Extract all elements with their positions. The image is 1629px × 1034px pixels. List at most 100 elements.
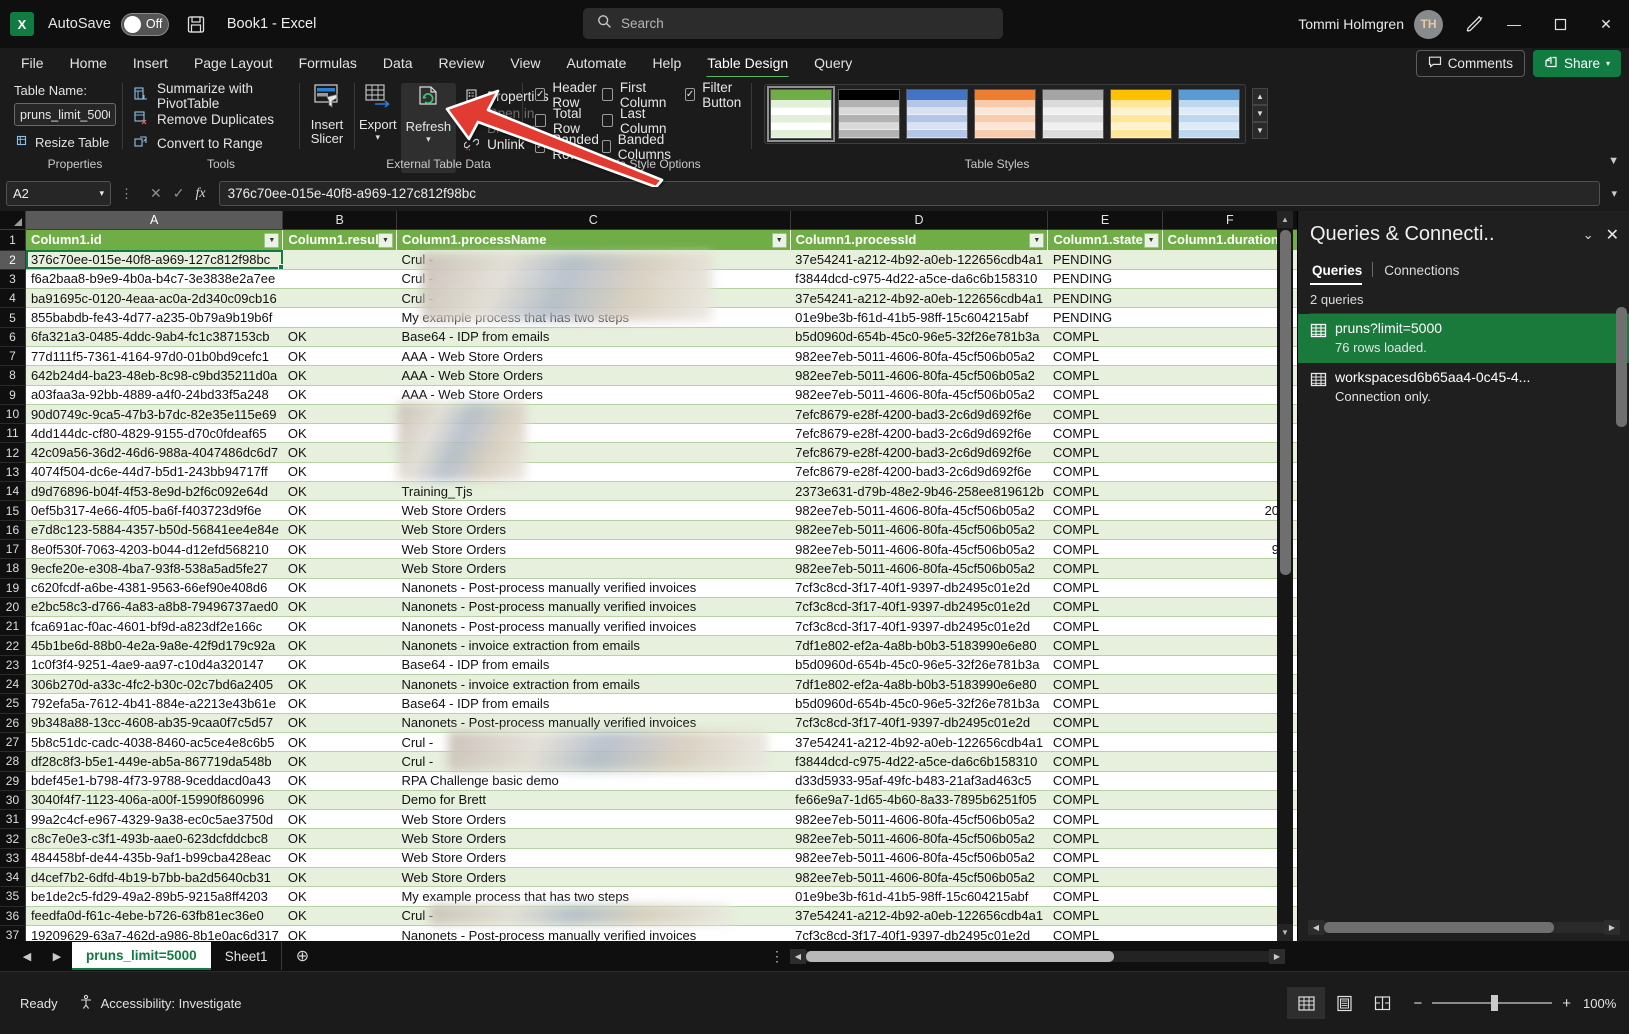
cell-result[interactable]: OK bbox=[282, 674, 397, 695]
cell-result[interactable]: OK bbox=[282, 906, 397, 926]
insert-slicer-button[interactable]: Insert Slicer bbox=[310, 83, 344, 146]
zoom-level-label[interactable]: 100% bbox=[1583, 996, 1629, 1011]
check-icon[interactable]: ✓ bbox=[173, 185, 185, 202]
cell-state[interactable]: COMPL bbox=[1047, 886, 1163, 907]
cell-result[interactable]: OK bbox=[282, 867, 397, 888]
cell-id[interactable]: d9d76896-b04f-4f53-8e9d-b2f6c092e64d bbox=[25, 481, 283, 502]
cell-processname[interactable]: Web Store Orders bbox=[396, 500, 791, 521]
cell-processid[interactable]: 7df1e802-ef2a-4a8b-b0b3-5183990e6e80 bbox=[790, 635, 1048, 656]
cell-state[interactable]: COMPL bbox=[1047, 404, 1163, 425]
cell-processname[interactable]: Base64 - IDP from emails bbox=[396, 655, 791, 676]
formula-input[interactable] bbox=[218, 181, 1601, 206]
normal-view-button[interactable] bbox=[1287, 987, 1326, 1019]
table-style-swatch-lightblue[interactable] bbox=[1178, 89, 1240, 139]
cell-id[interactable]: 8e0f530f-7063-4203-b044-d12efd568210 bbox=[25, 539, 283, 560]
cell-result[interactable]: OK bbox=[282, 925, 397, 941]
row-header-6[interactable]: 6 bbox=[0, 327, 26, 347]
hscroll-left-icon[interactable]: ◀ bbox=[790, 948, 806, 964]
cell-processid[interactable]: 01e9be3b-f61d-41b5-98ff-15c604215abf bbox=[790, 307, 1048, 328]
cell-state[interactable]: COMPL bbox=[1047, 385, 1163, 405]
row-header-25[interactable]: 25 bbox=[0, 693, 26, 714]
cell-processid[interactable]: 982ee7eb-5011-4606-80fa-45cf506b05a2 bbox=[790, 539, 1048, 560]
page-layout-view-button[interactable] bbox=[1325, 987, 1363, 1019]
cell-state[interactable]: COMPL bbox=[1047, 346, 1163, 367]
tab-data[interactable]: Data bbox=[370, 51, 426, 75]
cell-processname[interactable]: Demo for Brett bbox=[396, 790, 791, 811]
cell-state[interactable]: COMPL bbox=[1047, 732, 1163, 753]
chevron-right-icon[interactable]: ▶ bbox=[42, 943, 72, 969]
gallery-up-arrow-icon[interactable]: ▲ bbox=[1252, 88, 1268, 105]
cell-result[interactable]: OK bbox=[282, 828, 397, 849]
table-row[interactable]: 32 c8c7e0e3-c3f1-493b-aae0-623dcfddcbc8 OK… bbox=[0, 828, 1298, 849]
close-icon[interactable]: ✕ bbox=[1606, 225, 1619, 245]
cell-id[interactable]: 6fa321a3-0485-4ddc-9ab4-fc1c387153cb bbox=[25, 327, 283, 347]
cell-processname[interactable]: RPA Challenge basic demo bbox=[396, 771, 791, 791]
row-header-11[interactable]: 11 bbox=[0, 423, 26, 444]
cell-id[interactable]: 484458bf-de44-435b-9af1-b99cba428eac bbox=[25, 848, 283, 869]
cell-result[interactable] bbox=[282, 269, 397, 290]
row-header-33[interactable]: 33 bbox=[0, 848, 26, 869]
tab-home[interactable]: Home bbox=[57, 51, 120, 75]
cell-processname[interactable]: Web Store Orders bbox=[396, 867, 791, 888]
cell-processid[interactable]: 982ee7eb-5011-4606-80fa-45cf506b05a2 bbox=[790, 385, 1048, 405]
cell-result[interactable]: OK bbox=[282, 578, 397, 598]
cell-processid[interactable]: 7efc8679-e28f-4200-bad3-2c6d9d692f6e bbox=[790, 442, 1048, 463]
queries-hscroll-thumb[interactable] bbox=[1324, 922, 1554, 933]
cell-state[interactable]: COMPL bbox=[1047, 790, 1163, 811]
pen-icon[interactable] bbox=[1457, 14, 1491, 35]
cell-processid[interactable]: f3844dcd-c975-4d22-a5ce-da6c6b158310 bbox=[790, 269, 1048, 290]
tab-connections[interactable]: Connections bbox=[1382, 260, 1469, 285]
cell-processid[interactable]: 7efc8679-e28f-4200-bad3-2c6d9d692f6e bbox=[790, 404, 1048, 425]
cell-id[interactable]: c8c7e0e3-c3f1-493b-aae0-623dcfddcbc8 bbox=[25, 828, 283, 849]
comments-button[interactable]: Comments bbox=[1415, 50, 1525, 77]
page-break-view-button[interactable] bbox=[1363, 987, 1401, 1019]
minimize-button[interactable]: — bbox=[1491, 0, 1537, 48]
table-row[interactable]: 14 d9d76896-b04f-4f53-8e9d-b2f6c092e64d OK… bbox=[0, 481, 1298, 502]
filter-button-result[interactable]: ▼ bbox=[377, 232, 393, 248]
filter-button-processid[interactable]: ▼ bbox=[1029, 232, 1045, 248]
save-icon[interactable] bbox=[185, 13, 207, 35]
refresh-chevron-down-icon[interactable]: ▾ bbox=[426, 135, 431, 144]
tab-formulas[interactable]: Formulas bbox=[286, 51, 370, 75]
cell-result[interactable]: OK bbox=[282, 848, 397, 869]
filter-button-processname[interactable]: ▼ bbox=[771, 232, 787, 248]
cell-result[interactable]: OK bbox=[282, 597, 397, 618]
cell-id[interactable]: 855babdb-fe43-4d77-a235-0b79a9b19b6f bbox=[25, 307, 283, 328]
checkbox-total-row[interactable]: Total Row bbox=[535, 106, 602, 136]
row-header-36[interactable]: 36 bbox=[0, 906, 26, 926]
cell-processname[interactable]: Nanonets - Post-process manually verifie… bbox=[396, 578, 791, 598]
cell-id[interactable]: 376c70ee-015e-40f8-a969-127c812f98bc bbox=[25, 250, 283, 270]
cell-state[interactable]: COMPL bbox=[1047, 539, 1163, 560]
table-row[interactable]: 34 d4cef7b2-6dfd-4b19-b7bb-ba2d5640cb31 OK… bbox=[0, 867, 1298, 888]
cell-processname[interactable]: Web Store Orders bbox=[396, 828, 791, 849]
row-header-31[interactable]: 31 bbox=[0, 809, 26, 830]
cell-result[interactable]: OK bbox=[282, 809, 397, 830]
cell-processid[interactable]: 2373e631-d79b-48e2-9b46-258ee819612b bbox=[790, 481, 1048, 502]
cell-id[interactable]: 77d111f5-7361-4164-97d0-01b0bd9cefc1 bbox=[25, 346, 283, 367]
hscroll-track[interactable] bbox=[806, 950, 1269, 962]
cell-id[interactable]: fca691ac-f0ac-4601-bf9d-a823df2e166c bbox=[25, 616, 283, 637]
cell-id[interactable]: 9ecfe20e-e308-4ba7-93f8-538a5ad5fe27 bbox=[25, 558, 283, 579]
column-header-B[interactable]: B bbox=[282, 211, 397, 230]
row-header-5[interactable]: 5 bbox=[0, 307, 26, 328]
cell-state[interactable]: PENDING bbox=[1047, 269, 1163, 290]
table-row[interactable]: 19 c620fcdf-a6be-4381-9563-66ef90e408d6 OK… bbox=[0, 578, 1298, 598]
row-header-21[interactable]: 21 bbox=[0, 616, 26, 637]
row-header-17[interactable]: 17 bbox=[0, 539, 26, 560]
cell-state[interactable]: COMPL bbox=[1047, 578, 1163, 598]
cell-result[interactable]: OK bbox=[282, 771, 397, 791]
cell-id[interactable]: d4cef7b2-6dfd-4b19-b7bb-ba2d5640cb31 bbox=[25, 867, 283, 888]
checkbox-banded-rows[interactable]: ✓ Banded Rows bbox=[535, 132, 602, 162]
cell-processid[interactable]: 7cf3c8cd-3f17-40f1-9397-db2495c01e2d bbox=[790, 597, 1048, 618]
cell-result[interactable]: OK bbox=[282, 404, 397, 425]
cell-result[interactable]: OK bbox=[282, 886, 397, 907]
table-style-swatch-gold[interactable] bbox=[1110, 89, 1172, 139]
cell-state[interactable]: COMPL bbox=[1047, 828, 1163, 849]
cell-state[interactable]: COMPL bbox=[1047, 751, 1163, 772]
table-header-state[interactable]: Column1.state ▼ bbox=[1047, 229, 1163, 250]
table-row[interactable]: 11 4dd144dc-cf80-4829-9155-d70c0fdeaf65 OK… bbox=[0, 423, 1298, 444]
cell-state[interactable]: COMPL bbox=[1047, 655, 1163, 676]
row-header-22[interactable]: 22 bbox=[0, 635, 26, 656]
cell-state[interactable]: COMPL bbox=[1047, 558, 1163, 579]
cell-id[interactable]: 42c09a56-36d2-46d6-988a-4047486dc6d7 bbox=[25, 442, 283, 463]
